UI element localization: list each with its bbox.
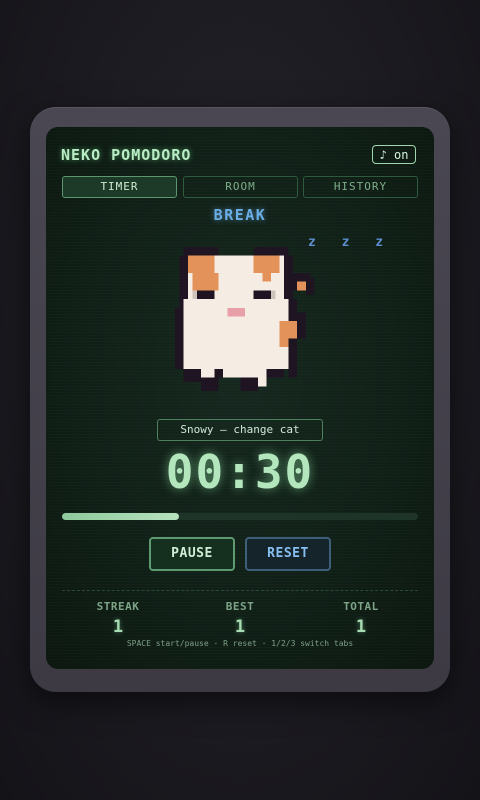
stats-divider bbox=[62, 590, 418, 591]
stat-total: TOTAL 1 bbox=[306, 600, 416, 637]
stat-streak: STREAK 1 bbox=[63, 600, 173, 637]
sleep-zzz-indicator: z z z bbox=[308, 235, 393, 250]
stat-best-label: BEST bbox=[225, 600, 255, 613]
timer-progress-bar bbox=[62, 513, 418, 520]
tab-bar: TIMER ROOM HISTORY bbox=[62, 176, 418, 198]
stat-total-value: 1 bbox=[355, 617, 367, 637]
stat-streak-value: 1 bbox=[112, 617, 124, 637]
mode-label: BREAK bbox=[213, 206, 267, 224]
change-cat-button[interactable]: Snowy — change cat bbox=[157, 419, 323, 441]
stat-best: BEST 1 bbox=[185, 600, 295, 637]
pause-button[interactable]: PAUSE bbox=[149, 537, 235, 571]
stat-best-value: 1 bbox=[234, 617, 246, 637]
pixel-cat-icon bbox=[175, 246, 315, 391]
stat-total-label: TOTAL bbox=[343, 600, 379, 613]
tab-timer[interactable]: TIMER bbox=[62, 176, 177, 198]
timer-display: 00:30 bbox=[165, 445, 315, 499]
tab-history[interactable]: HISTORY bbox=[303, 176, 418, 198]
timer-progress-fill bbox=[62, 513, 180, 520]
app-title: NEKO POMODORO bbox=[61, 146, 192, 164]
keyboard-hint: SPACE start/pause · R reset · 1/2/3 swit… bbox=[126, 639, 354, 648]
tab-room[interactable]: ROOM bbox=[183, 176, 298, 198]
reset-button[interactable]: RESET bbox=[245, 537, 331, 571]
stat-streak-label: STREAK bbox=[96, 600, 140, 613]
sound-toggle-button[interactable]: ♪ on bbox=[372, 145, 416, 164]
device-frame: NEKO POMODORO ♪ on TIMER ROOM HISTORY BR… bbox=[30, 107, 450, 692]
app-screen: NEKO POMODORO ♪ on TIMER ROOM HISTORY BR… bbox=[46, 127, 434, 669]
